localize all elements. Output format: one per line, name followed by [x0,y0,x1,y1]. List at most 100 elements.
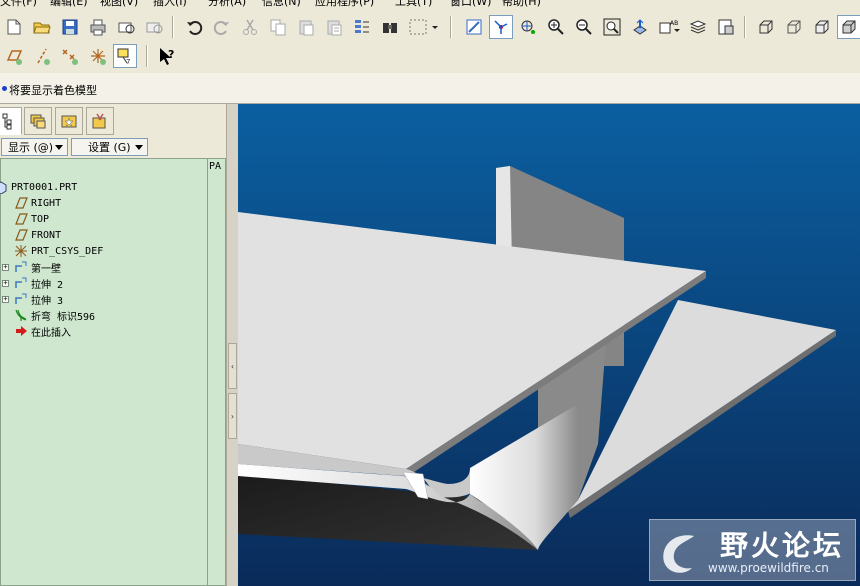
menu-edit[interactable]: 编辑(E) [50,0,88,8]
settings-dropdown[interactable]: 设置 (G) [71,138,148,156]
flame-logo-icon [663,535,694,573]
favorites-tab[interactable] [55,107,83,135]
undo-icon[interactable] [182,15,206,39]
tree-item-bend[interactable]: 折弯 标识596 [13,307,95,323]
print-icon[interactable] [86,15,110,39]
send-mail-icon[interactable] [114,15,138,39]
expand-right-icon[interactable]: › [228,393,237,439]
tree-item-csys[interactable]: PRT_CSYS_DEF [13,243,103,259]
layers-icon[interactable] [686,15,710,39]
coord-sys-icon[interactable] [86,44,110,68]
message-bullet [2,86,7,91]
zoom-out-icon[interactable] [572,15,596,39]
toolbar-separator [450,16,452,38]
extrude-icon [13,292,29,306]
menu-insert[interactable]: 插入(I) [153,0,187,8]
tree-item-label: 拉伸 3 [31,295,64,307]
watermark-url: www.proewildfire.cn [708,561,829,575]
repaint-icon[interactable] [462,15,486,39]
reorient-icon[interactable] [628,15,652,39]
settings-dropdown-label: 设置 (G) [88,141,131,154]
expand-icon[interactable]: + [2,279,9,287]
tree-item-label: PRT0001.PRT [11,181,78,193]
view-manager-icon[interactable] [714,15,738,39]
copy-icon[interactable] [266,15,290,39]
find-icon[interactable] [378,15,402,39]
menu-applications[interactable]: 应用程序(P) [315,0,374,8]
tree-item-label: 拉伸 2 [31,279,64,291]
forum-watermark: 野火论坛 www.proewildfire.cn [649,519,856,581]
datum-point-icon[interactable] [58,44,82,68]
panel-sash[interactable]: ‹ › [226,104,238,586]
saved-views-icon[interactable]: AB [656,15,684,39]
select-box-icon[interactable] [406,15,442,39]
tree-item-label: 折弯 标识596 [31,311,96,323]
no-hidden-icon[interactable] [810,15,834,39]
save-icon[interactable] [58,15,82,39]
tree-item-extrude-3[interactable]: + 拉伸 3 [2,291,64,307]
menu-help[interactable]: 帮助(H) [502,0,541,8]
toolbar-separator [172,16,174,38]
datum-plane-icon[interactable] [2,44,26,68]
menu-window[interactable]: 窗口(W) [450,0,491,8]
datum-plane-icon [13,228,29,242]
menu-analysis[interactable]: 分析(A) [208,0,246,8]
menubar: 文件(F) 编辑(E) 视图(V) 插入(I) 分析(A) 信息(N) 应用程序… [0,0,860,8]
tree-item-label: FRONT [31,229,62,241]
tree-item-top[interactable]: TOP [13,211,49,227]
svg-text:?: ? [168,48,174,61]
send-link-icon[interactable] [142,15,166,39]
tree-item-label: 第一壁 [31,263,61,275]
connections-tab[interactable] [86,107,114,135]
tree-item-right[interactable]: RIGHT [13,195,61,211]
tree-item-label: RIGHT [31,197,62,209]
expand-icon[interactable]: + [2,295,9,303]
expand-icon[interactable]: + [2,263,9,271]
tree-column-header[interactable]: PA [208,158,226,586]
tree-item-label: TOP [31,213,50,225]
tree-item-label: 在此插入 [31,327,71,339]
folder-browser-tab[interactable] [24,107,52,135]
shading-icon[interactable] [837,15,860,39]
part-icon [0,180,9,194]
redo-icon[interactable] [210,15,234,39]
annotation-icon[interactable]: 7 [113,44,137,68]
model-tree-tab[interactable] [0,107,22,135]
insert-here-icon [13,324,29,338]
toolbar-separator [744,16,746,38]
model-tree: PRT0001.PRT RIGHT TOP FRONT PRT_CSYS_DEF… [0,158,208,586]
toolbar-separator [146,45,148,67]
navigator-controls: 显示 (@) 设置 (G) [0,137,226,157]
menu-view[interactable]: 视图(V) [100,0,138,8]
coord-sys-icon [13,244,29,258]
show-dropdown[interactable]: 显示 (@) [1,138,68,156]
cut-icon[interactable] [238,15,262,39]
tree-item-extrude-2[interactable]: + 拉伸 2 [2,275,64,291]
refit-icon[interactable] [600,15,624,39]
menu-file[interactable]: 文件(F) [0,0,37,8]
datum-axis-icon[interactable] [30,44,54,68]
tree-item-insert-here[interactable]: 在此插入 [13,323,71,339]
tree-item-root[interactable]: PRT0001.PRT [0,179,77,195]
wireframe-icon[interactable] [754,15,778,39]
hidden-line-icon[interactable] [782,15,806,39]
zoom-in-icon[interactable] [544,15,568,39]
menu-info[interactable]: 信息(N) [262,0,301,8]
tree-item-front[interactable]: FRONT [13,227,61,243]
open-icon[interactable] [30,15,54,39]
orient-icon[interactable] [516,15,540,39]
proe-window: 文件(F) 编辑(E) 视图(V) 插入(I) 分析(A) 信息(N) 应用程序… [0,0,860,586]
datum-plane-icon [13,196,29,210]
spin-center-icon[interactable] [489,15,513,39]
bend-icon [13,308,29,322]
chevron-down-icon [55,145,63,150]
whats-this-icon[interactable]: ? [155,44,179,68]
tree-item-first-wall[interactable]: + 第一壁 [2,259,61,275]
new-icon[interactable] [2,15,26,39]
paste-icon[interactable] [294,15,318,39]
graphics-window[interactable] [238,104,860,586]
collapse-left-icon[interactable]: ‹ [228,343,237,389]
paste-special-icon[interactable] [322,15,346,39]
regenerate-icon[interactable] [350,15,374,39]
menu-tools[interactable]: 工具(T) [395,0,432,8]
